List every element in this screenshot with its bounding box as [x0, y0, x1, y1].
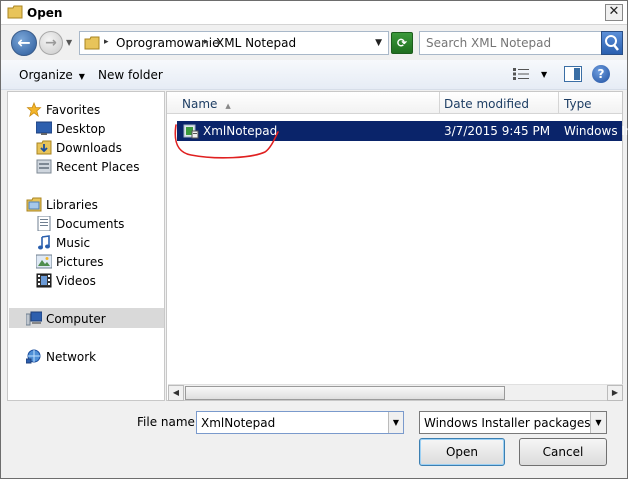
breadcrumb-item[interactable]: XML Notepad: [216, 36, 296, 50]
file-name-label: File name:: [137, 415, 199, 429]
folder-icon: [84, 36, 100, 50]
type-cell: Windows Ins: [564, 124, 628, 138]
preview-pane-icon[interactable]: [564, 66, 582, 82]
nav-label: Music: [56, 236, 91, 250]
chevron-down-icon: ▼: [78, 72, 85, 81]
column-divider[interactable]: [439, 92, 440, 114]
file-list: Name ▲ Date modified Type XmlNotepad 3/7/…: [166, 91, 628, 401]
column-header-type[interactable]: Type: [564, 97, 592, 111]
libraries-icon: [26, 197, 42, 212]
videos-icon: [36, 273, 52, 288]
cancel-button[interactable]: Cancel: [519, 438, 607, 466]
address-dropdown-icon[interactable]: ▼: [375, 38, 382, 48]
computer-icon: [26, 311, 42, 326]
column-divider[interactable]: [558, 92, 559, 114]
nav-label: Desktop: [56, 122, 106, 136]
file-type-filter-value: Windows Installer packages (*.r: [424, 416, 607, 430]
address-bar[interactable]: ▸ Oprogramowanie ▸ XML Notepad ▼: [79, 31, 389, 55]
recent-places-icon: [36, 159, 52, 174]
music-icon: [38, 235, 50, 250]
file-type-dropdown-icon[interactable]: ▼: [590, 412, 606, 433]
scroll-left-icon[interactable]: ◀: [168, 385, 184, 401]
nav-label: Network: [46, 350, 97, 364]
nav-label: Favorites: [46, 103, 101, 117]
open-button[interactable]: Open: [419, 438, 505, 466]
network-icon: [26, 349, 41, 364]
scroll-right-icon[interactable]: ▶: [607, 385, 623, 401]
nav-label: Computer: [46, 312, 106, 326]
file-type-filter[interactable]: Windows Installer packages (*.r: [419, 411, 607, 434]
documents-icon: [37, 216, 51, 231]
navigation-bar: ← → ▼ ▸ Oprogramowanie ▸ XML Notepad ▼ ⟳: [1, 26, 627, 60]
new-folder-button[interactable]: New folder: [98, 68, 163, 82]
downloads-icon: [36, 140, 52, 155]
file-name-dropdown-icon[interactable]: ▼: [388, 412, 403, 433]
breadcrumb-separator-icon[interactable]: ▸: [204, 37, 209, 47]
column-header-date-modified[interactable]: Date modified: [444, 97, 529, 111]
search-input[interactable]: [419, 31, 603, 55]
help-icon[interactable]: ?: [592, 65, 610, 83]
organize-label: Organize: [19, 68, 73, 82]
pictures-icon: [36, 254, 52, 269]
close-button[interactable]: ✕: [605, 4, 623, 21]
star-icon: [26, 102, 42, 117]
views-icon[interactable]: [513, 68, 529, 80]
open-dialog: Open ✕ ← → ▼ ▸ Oprogramowanie ▸ XML Note…: [0, 0, 628, 479]
breadcrumb-separator-icon[interactable]: ▸: [104, 37, 109, 47]
nav-label: Downloads: [56, 141, 122, 155]
nav-label: Videos: [56, 274, 96, 288]
date-modified-cell: 3/7/2015 9:45 PM: [444, 124, 551, 138]
red-underline-annotation: [174, 124, 279, 159]
views-dropdown-icon[interactable]: ▼: [541, 70, 547, 79]
title-bar[interactable]: Open ✕: [1, 1, 627, 25]
navigation-pane: Favorites Desktop Downloads Recent Place…: [7, 91, 165, 401]
nav-label: Recent Places: [56, 160, 140, 174]
refresh-button[interactable]: ⟳: [391, 32, 413, 54]
search-button[interactable]: [601, 31, 623, 55]
history-dropdown-icon[interactable]: ▼: [66, 38, 72, 47]
horizontal-scrollbar[interactable]: ◀ ▶: [168, 384, 623, 401]
file-name-input[interactable]: [196, 411, 404, 434]
nav-label: Documents: [56, 217, 125, 231]
organize-button[interactable]: Organize ▼: [19, 68, 85, 82]
search-icon: [605, 35, 619, 51]
forward-button[interactable]: →: [39, 31, 63, 55]
nav-label: Libraries: [46, 198, 98, 212]
window-title: Open: [27, 6, 63, 20]
scrollbar-thumb[interactable]: [185, 386, 505, 400]
desktop-icon: [36, 121, 52, 135]
nav-label: Pictures: [56, 255, 104, 269]
folder-icon: [7, 5, 23, 19]
command-bar: Organize ▼ New folder ▼ ?: [1, 60, 627, 90]
back-button[interactable]: ←: [11, 30, 37, 56]
